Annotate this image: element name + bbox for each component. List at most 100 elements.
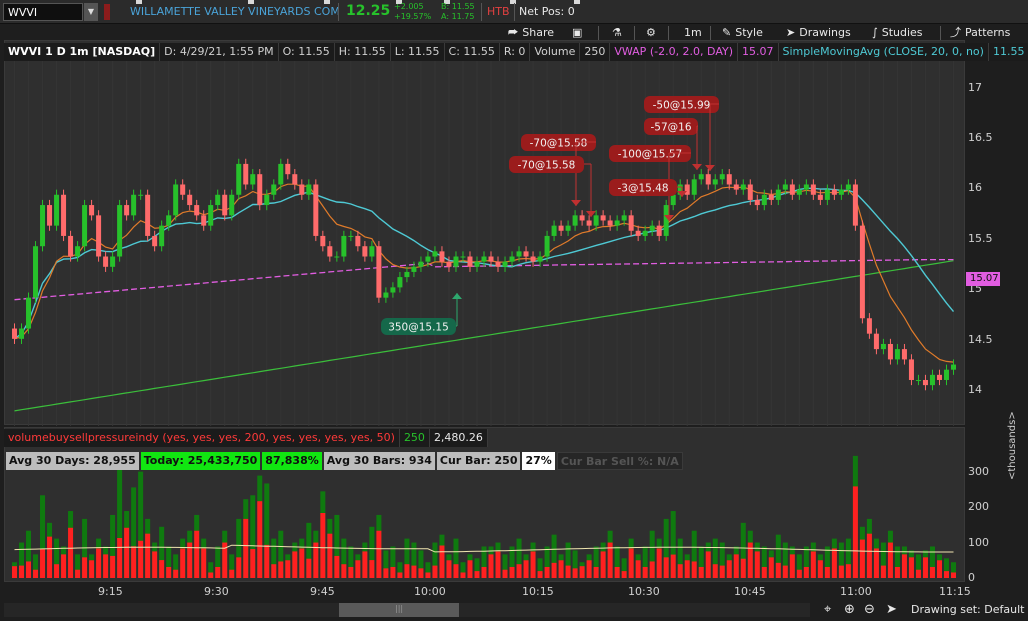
volume-bar <box>47 522 53 578</box>
candle-body <box>362 246 368 257</box>
candle-body <box>936 374 942 380</box>
symbol-input[interactable] <box>3 3 83 21</box>
symbol-dropdown-button[interactable]: ▼ <box>84 3 98 21</box>
volume-sell-segment <box>131 546 137 578</box>
candle-body <box>397 277 403 288</box>
studies-label: Studies <box>881 26 923 39</box>
volume-sell-segment <box>803 566 809 578</box>
volume-bar <box>152 542 158 578</box>
volume-bar <box>299 538 305 578</box>
candle-body <box>446 261 452 267</box>
volume-bar <box>691 530 697 578</box>
y-tick: 14.5 <box>968 333 993 346</box>
candle-body <box>159 225 165 247</box>
company-name: WILLAMETTE VALLEY VINEYARDS COM <box>130 5 340 18</box>
candle-body <box>614 220 620 226</box>
volume-bar <box>292 542 298 578</box>
candle-body <box>852 184 858 226</box>
candle-body <box>572 215 578 226</box>
zoom-out-icon[interactable]: ⊖ <box>864 602 875 617</box>
candle-body <box>810 184 816 195</box>
candle-body <box>369 246 375 257</box>
candle-body <box>523 251 529 257</box>
volume-sell-segment <box>614 566 620 578</box>
price-chart[interactable]: 350@15.15 -70@15.58 -70@15.58 -100@15.57 -3@… <box>5 41 966 426</box>
sell-arrow-icon <box>571 200 581 206</box>
volume-sell-segment <box>551 562 557 578</box>
volume-sell-segment <box>754 551 760 578</box>
candle-body <box>747 184 753 200</box>
volume-bar <box>495 542 501 578</box>
volume-bar <box>467 554 473 578</box>
price-chart-panel[interactable]: 350@15.15 -70@15.58 -70@15.58 -100@15.57 -3@… <box>4 40 966 426</box>
volume-y-axis[interactable]: 300 200 100 0 <box>966 427 1028 584</box>
volume-bar <box>901 546 907 578</box>
volume-bar <box>82 518 88 578</box>
y-tick: 100 <box>968 536 989 549</box>
candle-body <box>145 194 151 236</box>
drawing-set-label[interactable]: Drawing set: Default <box>911 603 1024 616</box>
volume-bar <box>40 495 46 578</box>
volume-bar <box>733 546 739 578</box>
candle-body <box>509 256 515 262</box>
volume-sell-segment <box>40 549 46 578</box>
volume-study-panel[interactable] <box>4 427 965 582</box>
x-tick: 10:30 <box>628 585 660 598</box>
volume-sell-segment <box>145 533 151 578</box>
y-tick: 14 <box>968 383 982 396</box>
slow-ma-line <box>14 260 954 412</box>
candle-body <box>194 205 200 216</box>
crosshair-icon[interactable]: ⌖ <box>824 602 831 617</box>
volume-value: 250 <box>580 43 611 61</box>
study-header-bar: volumebuysellpressureindy (yes, yes, yes… <box>4 429 488 447</box>
candle-body <box>600 215 606 221</box>
zoom-in-icon[interactable]: ⊕ <box>844 602 855 617</box>
volume-bar <box>579 562 585 578</box>
candle-body <box>236 163 242 195</box>
volume-sell-segment <box>656 548 662 578</box>
bar-low: L: 11.55 <box>390 43 445 61</box>
volume-sell-segment <box>516 564 522 578</box>
candle-body <box>474 261 480 267</box>
volume-sell-segment <box>362 551 368 578</box>
vwap-label[interactable]: VWAP (-2.0, 2.0, DAY) <box>610 43 739 61</box>
volume-bar <box>194 514 200 578</box>
candle-body <box>278 163 284 185</box>
cur-bar-pct-badge: 27% <box>522 452 555 470</box>
price-y-axis[interactable]: 17 16.5 16 15.5 15 14.5 14 15.07 <box>966 40 1028 425</box>
volume-sell-segment <box>915 569 921 578</box>
volume-bar <box>712 538 718 578</box>
candle-body <box>124 205 130 216</box>
symbol-link-flag[interactable] <box>104 4 110 20</box>
candle-body <box>656 225 662 236</box>
volume-bar <box>803 546 809 578</box>
candle-body <box>411 266 417 272</box>
volume-sell-segment <box>75 569 81 578</box>
sma-label[interactable]: SimpleMovingAvg (CLOSE, 20, 0, no) <box>778 43 989 61</box>
volume-bar <box>873 538 879 578</box>
volume-label[interactable]: Volume <box>530 43 581 61</box>
net-position: Net Pos: 0 <box>519 5 575 18</box>
volume-sell-segment <box>922 557 928 578</box>
vwap-value: 15.07 <box>738 43 779 61</box>
volume-bar <box>138 471 144 578</box>
volume-bar <box>782 542 788 578</box>
pointer-icon[interactable]: ➤ <box>886 602 897 617</box>
volume-bar <box>12 562 18 578</box>
tick-marker <box>574 0 580 4</box>
volume-sell-segment <box>19 565 25 578</box>
volume-sell-segment <box>775 562 781 578</box>
volume-sell-segment <box>789 554 795 578</box>
candle-body <box>796 189 802 195</box>
time-x-axis[interactable]: 9:15 9:30 9:45 10:00 10:15 10:30 10:45 1… <box>4 583 971 601</box>
volume-bar <box>656 538 662 578</box>
candle-body <box>82 205 88 247</box>
trade-label: -57@16 <box>650 122 691 134</box>
volume-sell-segment <box>152 551 158 578</box>
candle-body <box>803 184 809 190</box>
vwap-price-tag: 15.07 <box>966 272 1000 286</box>
candle-body <box>222 194 228 216</box>
study-name[interactable]: volumebuysellpressureindy (yes, yes, yes… <box>4 429 400 447</box>
trade-label: -70@15.58 <box>518 160 576 172</box>
candle-body <box>705 174 711 185</box>
